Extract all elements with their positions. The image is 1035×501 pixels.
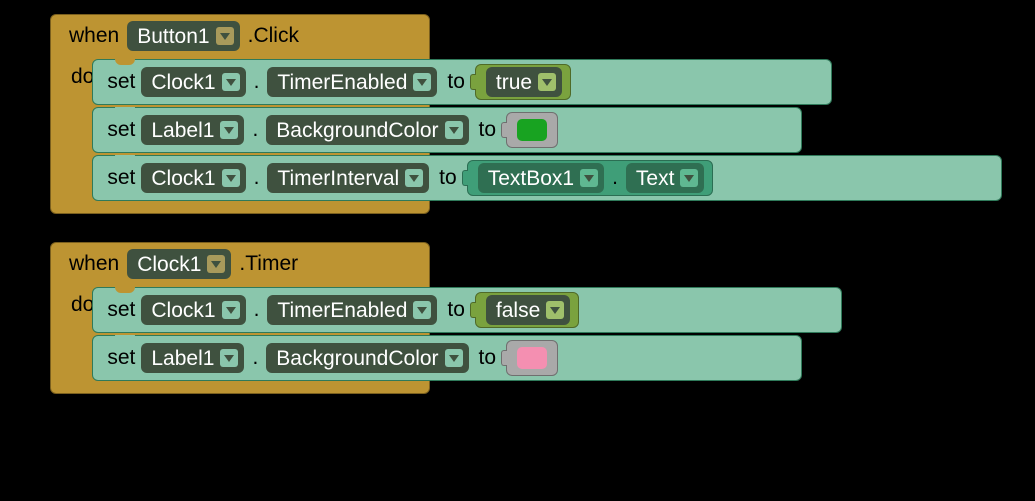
when-keyword: when [69, 24, 119, 48]
set-keyword: set [107, 346, 135, 370]
property-dropdown[interactable]: TimerEnabled [267, 67, 437, 97]
chevron-down-icon[interactable] [445, 121, 463, 139]
event-block-button1-click[interactable]: when Button1 .Click do set Clock1 . [50, 14, 430, 214]
property-dropdown[interactable]: TimerEnabled [267, 295, 437, 325]
event-name: .Click [248, 24, 299, 48]
component-name: Clock1 [137, 254, 201, 275]
chevron-down-icon[interactable] [413, 73, 431, 91]
property-dropdown[interactable]: TimerInterval [267, 163, 429, 193]
bool-dropdown[interactable]: true [486, 67, 562, 97]
blocks-canvas[interactable]: when Button1 .Click do set Clock1 . [0, 0, 1035, 422]
dot: . [252, 166, 262, 190]
to-keyword: to [479, 118, 497, 142]
color-swatch[interactable] [517, 119, 547, 141]
statement-list: set Clock1 . TimerEnabled to true [92, 55, 1002, 201]
property-getter-block[interactable]: TextBox1 . Text [467, 160, 714, 196]
set-keyword: set [107, 118, 135, 142]
dot: . [250, 118, 260, 142]
do-keyword: do [51, 55, 94, 89]
dot: . [252, 298, 262, 322]
component-dropdown[interactable]: TextBox1 [478, 163, 604, 193]
set-block[interactable]: set Label1 . BackgroundColor to [92, 107, 802, 153]
color-swatch[interactable] [517, 347, 547, 369]
chevron-down-icon[interactable] [220, 349, 238, 367]
set-block[interactable]: set Label1 . BackgroundColor to [92, 335, 802, 381]
chevron-down-icon[interactable] [680, 169, 698, 187]
logic-value-block[interactable]: false [475, 292, 579, 328]
component-dropdown[interactable]: Label1 [141, 115, 244, 145]
chevron-down-icon[interactable] [580, 169, 598, 187]
statement-list: set Clock1 . TimerEnabled to false [92, 283, 842, 381]
set-block[interactable]: set Clock1 . TimerEnabled to true [92, 59, 832, 105]
chevron-down-icon[interactable] [405, 169, 423, 187]
set-keyword: set [107, 166, 135, 190]
component-dropdown[interactable]: Clock1 [127, 249, 231, 279]
component-name: Button1 [137, 26, 209, 47]
chevron-down-icon[interactable] [222, 169, 240, 187]
component-dropdown[interactable]: Clock1 [141, 295, 245, 325]
component-dropdown[interactable]: Clock1 [141, 67, 245, 97]
component-dropdown[interactable]: Clock1 [141, 163, 245, 193]
set-keyword: set [107, 70, 135, 94]
dot: . [252, 70, 262, 94]
chevron-down-icon[interactable] [222, 73, 240, 91]
property-dropdown[interactable]: BackgroundColor [266, 115, 468, 145]
chevron-down-icon[interactable] [222, 301, 240, 319]
component-dropdown[interactable]: Label1 [141, 343, 244, 373]
chevron-down-icon[interactable] [413, 301, 431, 319]
color-value-block[interactable] [506, 112, 558, 148]
chevron-down-icon[interactable] [445, 349, 463, 367]
event-header: when Clock1 .Timer [51, 243, 429, 283]
chevron-down-icon[interactable] [546, 301, 564, 319]
set-block[interactable]: set Clock1 . TimerEnabled to false [92, 287, 842, 333]
to-keyword: to [447, 298, 465, 322]
event-name: .Timer [239, 252, 298, 276]
dot: . [610, 166, 620, 190]
to-keyword: to [447, 70, 465, 94]
component-dropdown[interactable]: Button1 [127, 21, 239, 51]
property-dropdown[interactable]: BackgroundColor [266, 343, 468, 373]
logic-value-block[interactable]: true [475, 64, 571, 100]
set-block[interactable]: set Clock1 . TimerInterval to TextB [92, 155, 1002, 201]
event-header: when Button1 .Click [51, 15, 429, 55]
chevron-down-icon[interactable] [216, 27, 234, 45]
color-value-block[interactable] [506, 340, 558, 376]
chevron-down-icon[interactable] [538, 73, 556, 91]
to-keyword: to [479, 346, 497, 370]
when-keyword: when [69, 252, 119, 276]
dot: . [250, 346, 260, 370]
to-keyword: to [439, 166, 457, 190]
set-keyword: set [107, 298, 135, 322]
event-block-clock1-timer[interactable]: when Clock1 .Timer do set Clock1 . [50, 242, 430, 394]
property-dropdown[interactable]: Text [626, 163, 705, 193]
chevron-down-icon[interactable] [207, 255, 225, 273]
chevron-down-icon[interactable] [220, 121, 238, 139]
do-keyword: do [51, 283, 94, 317]
bool-dropdown[interactable]: false [486, 295, 570, 325]
